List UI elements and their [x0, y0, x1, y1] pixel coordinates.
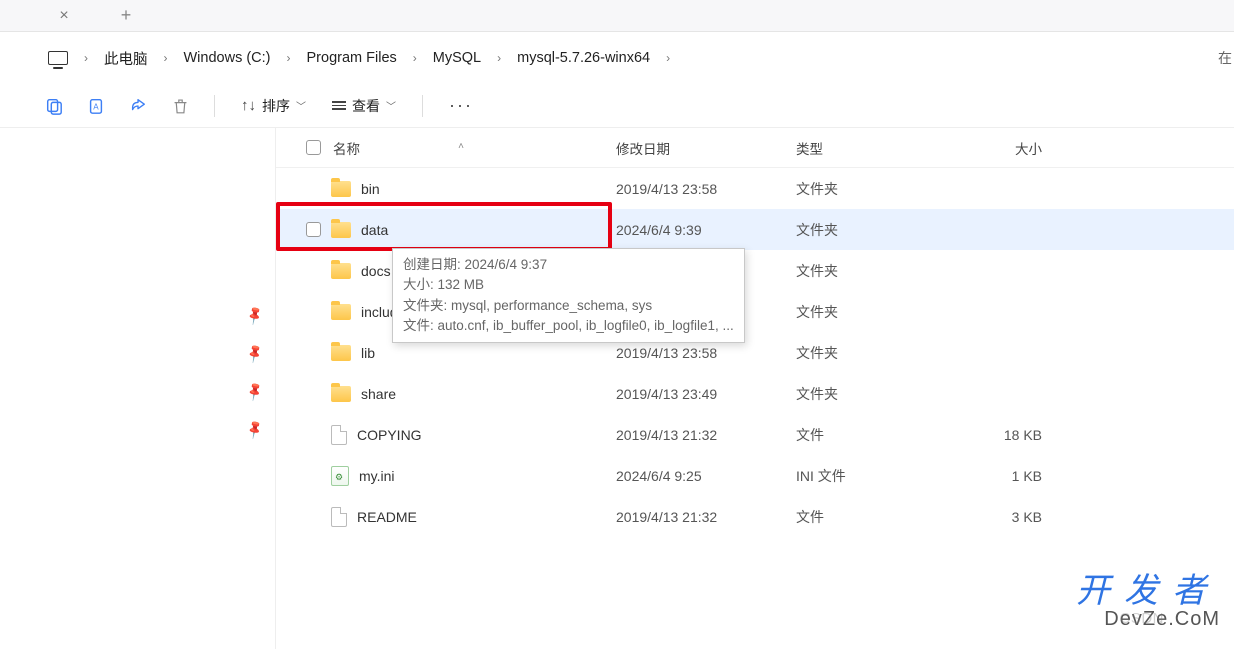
file-row[interactable]: README 2019/4/13 21:32文件3 KB	[276, 496, 1234, 537]
nav-tree[interactable]: 📌 📌 📌 📌	[0, 128, 276, 649]
file-name: lib	[361, 345, 375, 361]
sort-button[interactable]: ↑↓ 排序 ﹀	[235, 92, 312, 120]
col-size-label[interactable]: 大小	[936, 138, 1056, 158]
file-type: 文件夹	[796, 343, 936, 363]
file-row[interactable]: data 2024/6/4 9:39文件夹	[276, 209, 1234, 250]
more-button[interactable]: ···	[443, 91, 479, 120]
hover-tooltip: 创建日期: 2024/6/4 9:37 大小: 132 MB 文件夹: mysq…	[392, 248, 745, 343]
pinned-indicators: 📌 📌 📌 📌	[247, 308, 263, 438]
close-tab-icon[interactable]: ×	[42, 0, 86, 32]
watermark-csdn: CSDN	[1119, 610, 1164, 627]
view-button[interactable]: 查看 ﹀	[326, 92, 402, 120]
toolbar-divider	[422, 95, 423, 117]
breadcrumb-item[interactable]: Program Files›	[303, 46, 429, 70]
chevron-down-icon: ﹀	[296, 98, 306, 113]
breadcrumb-item[interactable]: Windows (C:)›	[180, 46, 303, 70]
tooltip-line: 大小: 132 MB	[403, 275, 734, 295]
breadcrumb-sep: ›	[72, 51, 100, 65]
toolbar: A ↑↓ 排序 ﹀ 查看 ﹀ ···	[0, 84, 1234, 128]
paste-icon[interactable]: A	[82, 92, 110, 120]
sort-icon: ↑↓	[241, 97, 256, 114]
folder-icon	[331, 304, 351, 320]
col-name-label[interactable]: 名称	[333, 138, 360, 158]
file-size: 18 KB	[936, 427, 1056, 443]
file-type: 文件夹	[796, 302, 936, 322]
address-bar: › 此电脑› Windows (C:)› Program Files› MySQ…	[0, 32, 1234, 84]
pin-icon: 📌	[244, 381, 266, 403]
watermark-cn: 开发者	[1076, 563, 1220, 612]
file-name: bin	[361, 181, 380, 197]
folder-icon	[331, 386, 351, 402]
file-name: data	[361, 222, 388, 238]
file-date: 2019/4/13 23:58	[616, 181, 796, 197]
view-label: 查看	[352, 96, 380, 116]
file-type: 文件夹	[796, 261, 936, 281]
tab-bar: × +	[0, 0, 1234, 32]
file-date: 2019/4/13 23:49	[616, 386, 796, 402]
breadcrumb-item[interactable]: mysql-5.7.26-winx64›	[513, 46, 682, 70]
file-size: 3 KB	[936, 509, 1056, 525]
ini-file-icon	[331, 466, 349, 486]
file-name: docs	[361, 263, 391, 279]
select-all-checkbox[interactable]	[306, 140, 321, 155]
tooltip-line: 文件夹: mysql, performance_schema, sys	[403, 296, 734, 316]
svg-text:A: A	[93, 102, 99, 111]
file-date: 2019/4/13 21:32	[616, 427, 796, 443]
pin-icon: 📌	[244, 305, 266, 327]
tooltip-line: 创建日期: 2024/6/4 9:37	[403, 255, 734, 275]
file-type: 文件	[796, 425, 936, 445]
file-row[interactable]: bin 2019/4/13 23:58文件夹	[276, 168, 1234, 209]
col-type-label[interactable]: 类型	[796, 138, 936, 158]
sort-caret-icon: ˄	[458, 141, 464, 152]
file-row[interactable]: COPYING 2019/4/13 21:32文件18 KB	[276, 414, 1234, 455]
file-type: 文件夹	[796, 384, 936, 404]
tooltip-line: 文件: auto.cnf, ib_buffer_pool, ib_logfile…	[403, 316, 734, 336]
file-name: my.ini	[359, 468, 395, 484]
file-date: 2019/4/13 23:58	[616, 345, 796, 361]
chevron-down-icon: ﹀	[386, 98, 396, 113]
view-icon	[332, 101, 346, 110]
file-type: 文件夹	[796, 220, 936, 240]
row-checkbox[interactable]	[306, 222, 321, 237]
file-type: INI 文件	[796, 466, 936, 486]
this-pc-icon[interactable]	[48, 51, 68, 65]
sort-label: 排序	[262, 96, 290, 116]
file-type: 文件夹	[796, 179, 936, 199]
share-icon[interactable]	[124, 92, 152, 120]
file-date: 2024/6/4 9:25	[616, 468, 796, 484]
file-name: COPYING	[357, 427, 422, 443]
main-area: 📌 📌 📌 📌 名称 ˄ 修改日期 类型 大小 bin 2019/4/13 23:…	[0, 128, 1234, 649]
file-row[interactable]: share 2019/4/13 23:49文件夹	[276, 373, 1234, 414]
watermark: CSDN 开发者 DevZe.CoM	[1076, 563, 1220, 631]
folder-icon	[331, 263, 351, 279]
pin-icon: 📌	[244, 419, 266, 441]
breadcrumb-this-pc[interactable]: 此电脑›	[100, 44, 180, 73]
trash-icon[interactable]	[166, 92, 194, 120]
breadcrumb-item[interactable]: MySQL›	[429, 46, 513, 70]
folder-icon	[331, 345, 351, 361]
file-icon	[331, 425, 347, 445]
column-headers[interactable]: 名称 ˄ 修改日期 类型 大小	[276, 128, 1234, 168]
file-row[interactable]: my.ini 2024/6/4 9:25INI 文件1 KB	[276, 455, 1234, 496]
toolbar-divider	[214, 95, 215, 117]
new-tab-icon[interactable]: +	[104, 0, 148, 32]
file-size: 1 KB	[936, 468, 1056, 484]
folder-icon	[331, 222, 351, 238]
file-type: 文件	[796, 507, 936, 527]
pin-icon: 📌	[244, 343, 266, 365]
right-edge-glyph: 在	[1216, 34, 1234, 82]
folder-icon	[331, 181, 351, 197]
file-name: README	[357, 509, 417, 525]
col-date-label[interactable]: 修改日期	[616, 138, 796, 158]
copy-icon[interactable]	[40, 92, 68, 120]
file-icon	[331, 507, 347, 527]
more-icon: ···	[449, 95, 473, 116]
file-name: share	[361, 386, 396, 402]
file-date: 2024/6/4 9:39	[616, 222, 796, 238]
file-date: 2019/4/13 21:32	[616, 509, 796, 525]
